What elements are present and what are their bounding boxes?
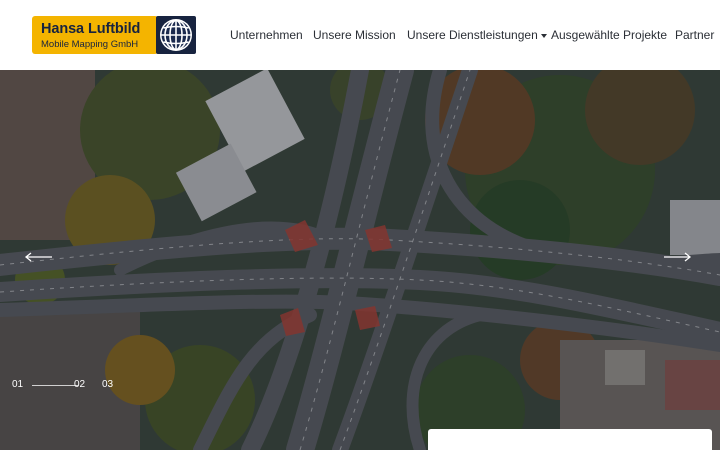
hero-content-card [428,429,712,450]
nav-item-unsere-mission[interactable]: Unsere Mission [313,27,396,43]
main-nav: Unternehmen Unsere Mission Unsere Dienst… [0,27,720,43]
slide-indicator-3[interactable]: 03 [102,378,113,392]
nav-item-label: Unsere Dienstleistungen [407,28,538,42]
hero-slider: 01 02 03 [0,70,720,450]
nav-item-unternehmen[interactable]: Unternehmen [230,27,303,43]
slide-indicator-2[interactable]: 02 [74,378,85,392]
nav-item-ausgewaehlte-projekte[interactable]: Ausgewählte Projekte [551,27,667,43]
active-slide-line [32,385,78,386]
nav-item-partner[interactable]: Partner [675,27,714,43]
site-header: Hansa Luftbild Mobile Mapping GmbH Unter… [0,0,720,70]
arrow-left-icon[interactable] [24,252,52,262]
slide-indicator-1[interactable]: 01 [12,378,23,392]
chevron-down-icon [540,33,547,38]
arrow-right-icon[interactable] [664,252,692,262]
nav-item-unsere-dienstleistungen[interactable]: Unsere Dienstleistungen [407,27,547,43]
hero-overlay [0,70,720,450]
